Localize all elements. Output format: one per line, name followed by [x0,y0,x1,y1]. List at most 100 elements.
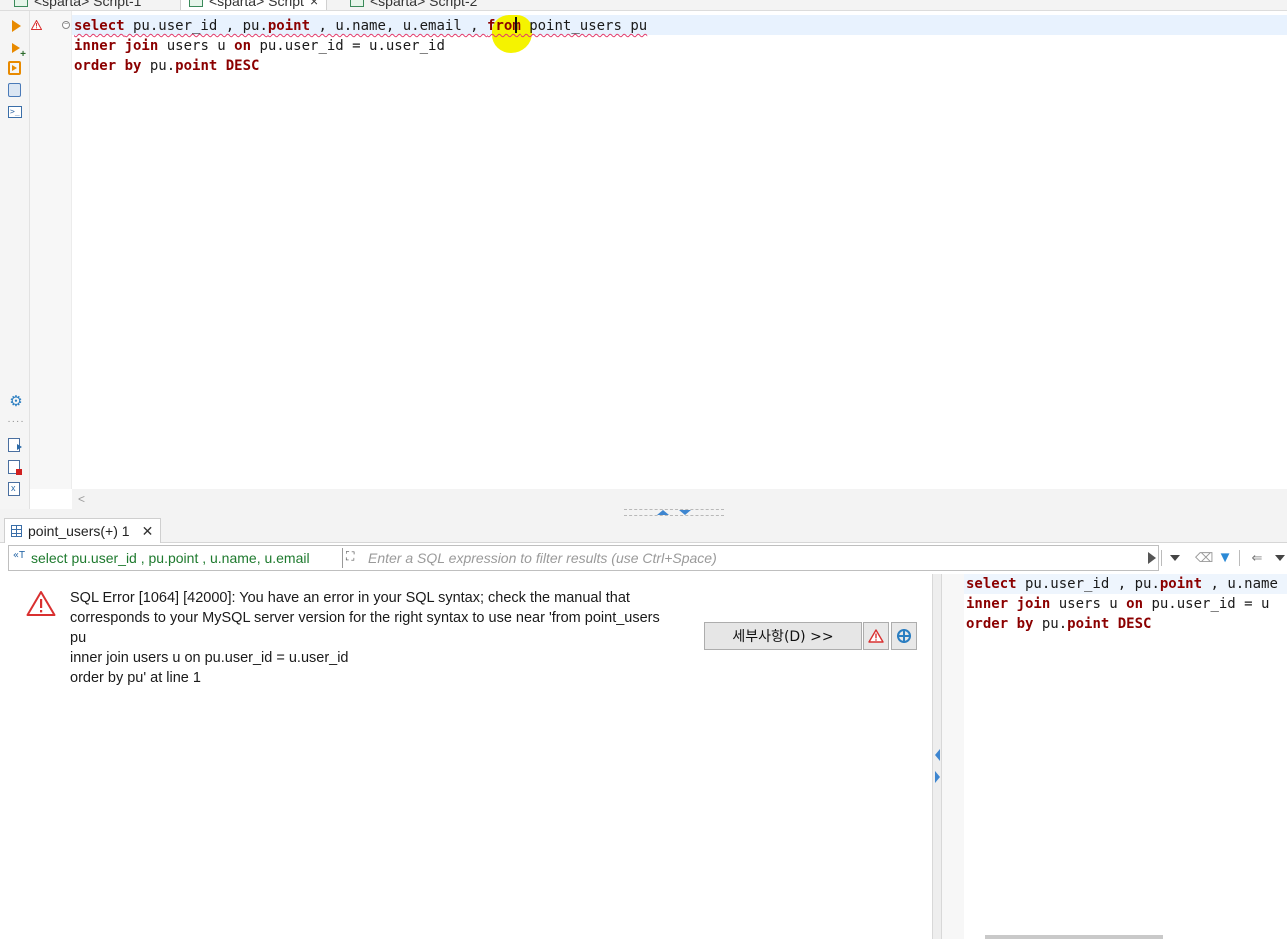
error-line: corresponds to your MySQL server version… [70,610,660,626]
sql-keyword: inner join [74,38,159,54]
grid-icon [11,525,22,537]
execute-script-icon[interactable] [8,61,21,75]
error-line: inner join users u on pu.user_id = u.use… [70,650,349,666]
sql-identifier: users u [158,38,235,54]
show-error-log-button[interactable] [863,622,889,650]
results-tab-label: point_users(+) 1 [28,523,130,539]
vertical-splitter[interactable] [932,574,942,939]
tab-close-icon[interactable]: × [310,0,318,9]
query-gutter [942,574,964,939]
sql-identifier: , u.name, u.email , [310,18,488,34]
query-text-panel: select pu.user_id , pu.point , u.name in… [942,574,1287,939]
collapse-left-icon[interactable] [935,749,940,761]
fold-icon[interactable]: − [62,21,70,29]
text-caret [515,17,517,33]
back-dropdown-icon[interactable] [1275,555,1285,561]
history-dropdown-icon[interactable] [1170,555,1180,561]
query-line-2[interactable]: inner join users u on pu.user_id = u [966,594,1269,614]
editor-gutter [30,11,72,489]
scroll-left-icon[interactable]: < [78,492,85,506]
sql-keyword: inner join [966,596,1051,612]
editor-tab-script-2[interactable]: <sparta> Script-2 [342,0,485,10]
query-preview[interactable]: select pu.user_id , pu.point , u.name, u… [31,550,310,566]
separator-dots: ···· [7,415,25,427]
stop-icon[interactable] [8,460,22,475]
filter-icon[interactable]: ▼ [1217,550,1233,566]
sql-identifier: pu.user_id = u [1143,596,1270,612]
sql-keyword: on [234,38,252,54]
code-line-2[interactable]: inner join users u on pu.user_id = u.use… [74,36,445,56]
error-triangle-icon [868,629,884,643]
sql-keyword: point DESC [175,58,260,74]
divider [1239,550,1240,566]
warning-marker-icon [31,20,42,30]
sql-script-icon [350,0,364,7]
results-filter-bar: «T select pu.user_id , pu.point , u.name… [8,545,1159,571]
xml-icon[interactable] [8,482,20,496]
filter-input[interactable]: Enter a SQL expression to filter results… [368,550,717,566]
sql-keyword: point DESC [1067,616,1152,632]
sql-keyword: point [267,18,311,34]
query-line-3[interactable]: order by pu.point DESC [966,614,1151,634]
expand-icon[interactable]: ⛶ [346,549,360,563]
close-icon[interactable]: ✕ [142,523,154,540]
target-icon [897,629,911,643]
editor-tab-script-1[interactable]: <sparta> Script-1 [6,0,149,10]
error-line: SQL Error [1064] [42000]: You have an er… [70,590,630,606]
explain-plan-icon[interactable] [8,83,21,97]
apply-filter-icon[interactable] [1148,552,1156,564]
run-icon[interactable] [8,18,24,34]
eraser-icon[interactable]: ⌫ [1195,550,1213,566]
results-tab[interactable]: point_users(+) 1 ✕ [4,518,161,543]
panel-splitter[interactable] [0,509,1287,517]
filter-toolbar: ⌫ ▼ ⇐ [1159,545,1287,571]
sql-keyword: select [966,576,1017,592]
editor-tab-label: <sparta> Script [209,0,304,9]
sql-identifier: pu.user_id , pu. [124,18,268,34]
sql-identifier: point_users pu [520,18,648,34]
error-message: SQL Error [1064] [42000]: You have an er… [70,588,710,688]
error-line: pu [70,630,87,646]
restore-down-icon[interactable] [679,510,691,515]
sql-editor[interactable] [72,11,1287,489]
maximize-up-icon[interactable] [657,510,669,515]
editor-tab-strip: <sparta> Script-1 <sparta> Script × <spa… [0,0,1287,11]
sql-keyword: point [1159,576,1203,592]
sql-editor-toolbar: >_ ⚙ ···· [0,11,30,516]
sql-script-icon [14,0,28,7]
code-line-1[interactable]: select pu.user_id , pu.point , u.name, u… [74,16,647,36]
splitter-grip[interactable] [624,509,724,516]
editor-horizontal-scrollbar[interactable]: < [72,489,1287,509]
code-line-3[interactable]: order by pu.point DESC [74,56,259,76]
sql-identifier: pu.user_id = u.user_id [251,38,445,54]
error-triangle-icon [26,590,56,620]
editor-tab-script[interactable]: <sparta> Script × [180,0,328,10]
console-icon[interactable]: >_ [8,106,22,118]
export-icon[interactable] [8,438,22,452]
settings-gear-icon[interactable]: ⚙ [8,393,24,410]
collapse-right-icon[interactable] [935,771,940,783]
divider [1161,550,1162,566]
editor-tab-label: <sparta> Script-2 [370,0,478,9]
sql-identifier: pu. [141,58,176,74]
sql-identifier: , u.name [1202,576,1278,592]
sql-identifier: pu. [1033,616,1068,632]
sql-script-icon [189,0,203,7]
divider [342,548,343,568]
sql-identifier: users u [1050,596,1127,612]
sql-keyword: order by [74,58,142,74]
query-icon: «T [13,550,26,561]
error-line: order by pu' at line 1 [70,670,201,686]
sql-keyword: on [1126,596,1144,612]
editor-tab-label: <sparta> Script-1 [34,0,142,9]
results-tab-strip: point_users(+) 1 ✕ [0,517,1287,543]
sql-keyword: order by [966,616,1034,632]
back-arrow-icon[interactable]: ⇐ [1249,550,1265,566]
query-line-1[interactable]: select pu.user_id , pu.point , u.name [966,574,1278,594]
sql-identifier: pu.user_id , pu. [1016,576,1160,592]
locate-error-button[interactable] [891,622,917,650]
query-horizontal-scrollbar[interactable] [985,935,1163,939]
run-new-tab-icon[interactable] [8,40,26,60]
sql-keyword: select [74,18,125,34]
details-button[interactable]: 세부사항(D) >> [704,622,862,650]
